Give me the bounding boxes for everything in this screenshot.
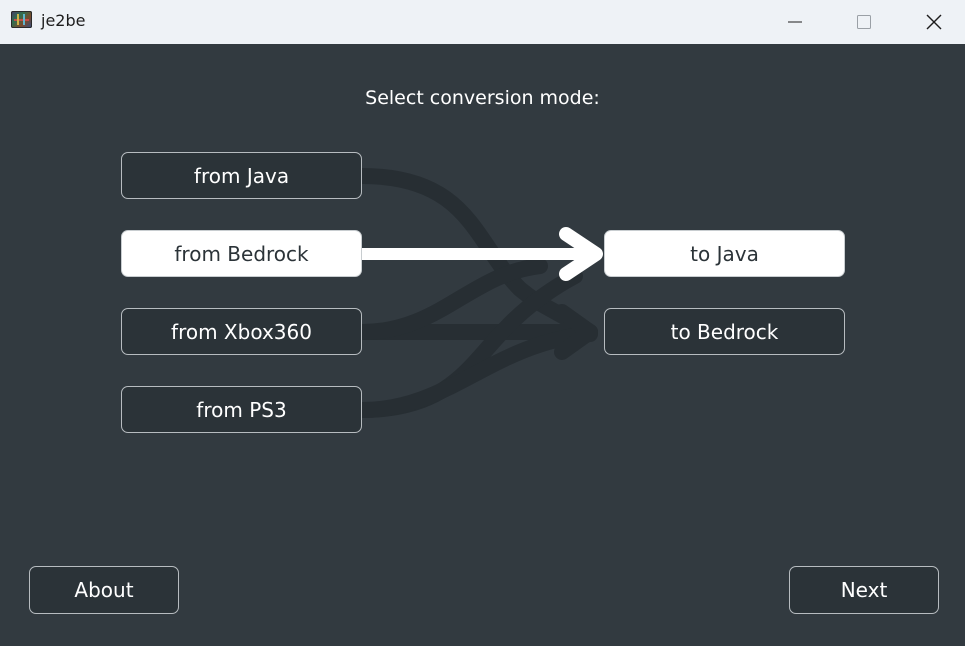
source-xbox360-label: from Xbox360 — [171, 319, 312, 344]
maximize-icon — [857, 15, 871, 29]
target-java-button[interactable]: to Java — [604, 230, 845, 277]
minimize-icon — [788, 21, 802, 23]
close-button[interactable] — [904, 0, 964, 44]
inactive-flow-lines — [354, 168, 598, 418]
main-panel: Select conversion mode: from Java from B… — [0, 44, 965, 646]
source-bedrock-button[interactable]: from Bedrock — [121, 230, 362, 277]
source-bedrock-label: from Bedrock — [174, 241, 309, 266]
target-java-label: to Java — [690, 241, 759, 266]
title-bar[interactable]: je2be — [0, 0, 965, 44]
source-xbox360-button[interactable]: from Xbox360 — [121, 308, 362, 355]
window-title: je2be — [41, 11, 86, 30]
close-icon — [926, 14, 942, 30]
source-ps3-button[interactable]: from PS3 — [121, 386, 362, 433]
about-button[interactable]: About — [29, 566, 179, 614]
source-java-button[interactable]: from Java — [121, 152, 362, 199]
source-ps3-label: from PS3 — [196, 397, 287, 422]
about-label: About — [74, 578, 134, 602]
target-bedrock-label: to Bedrock — [670, 319, 779, 344]
source-java-label: from Java — [193, 163, 290, 188]
app-window: je2be Select conversion mode: from Java … — [0, 0, 965, 646]
app-icon — [11, 11, 32, 28]
next-button[interactable]: Next — [789, 566, 939, 614]
flow-ps3-to-bedrock — [354, 326, 598, 418]
maximize-button[interactable] — [834, 0, 894, 44]
next-label: Next — [840, 578, 888, 602]
minimize-button[interactable] — [765, 0, 825, 44]
target-bedrock-button[interactable]: to Bedrock — [604, 308, 845, 355]
